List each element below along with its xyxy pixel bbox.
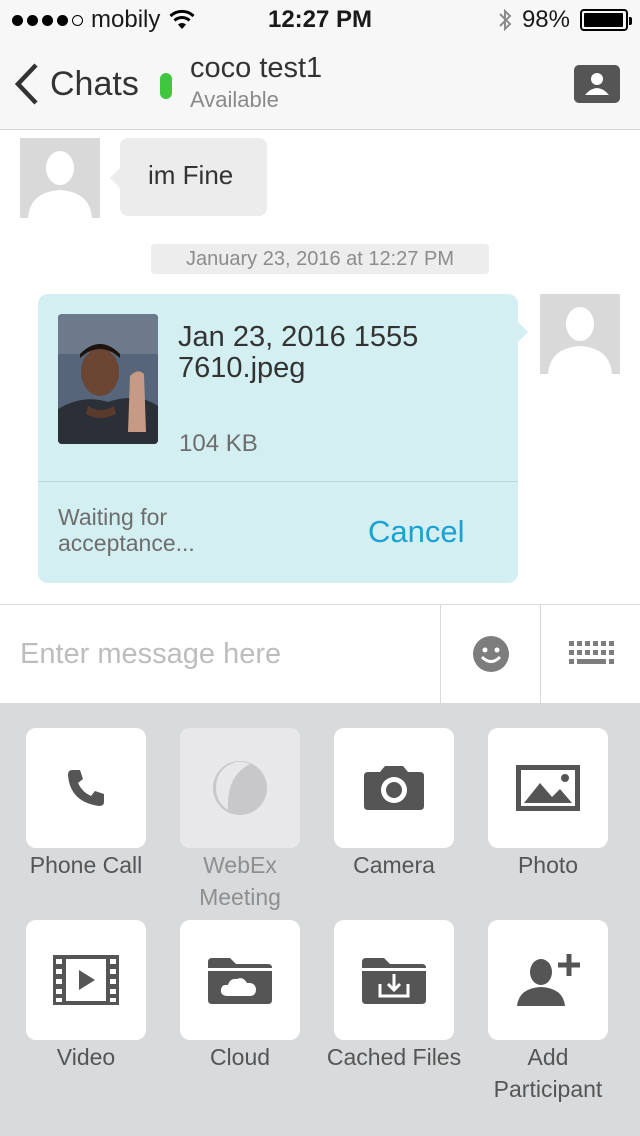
back-button[interactable]: Chats [14, 62, 139, 106]
battery-percent: 98% [521, 6, 570, 33]
message-input[interactable] [0, 605, 440, 703]
file-thumbnail[interactable] [58, 314, 158, 444]
contact-card-icon [574, 73, 620, 99]
incoming-message-text: im Fine [148, 160, 234, 190]
photo-button[interactable] [488, 728, 608, 848]
cached-files-label: Cached Files [326, 1044, 462, 1070]
phone-icon [68, 770, 104, 806]
person-icon [28, 151, 92, 218]
contact-name[interactable]: coco test1 [190, 52, 322, 85]
webex-icon [213, 761, 267, 815]
incoming-message-bubble: im Fine [110, 138, 267, 216]
add-participant-icon [517, 954, 580, 1006]
message-input-bar [0, 604, 640, 704]
camera-button[interactable] [334, 728, 454, 848]
emoji-button[interactable] [441, 605, 540, 703]
emoji-icon [472, 636, 509, 672]
cached-files-icon [362, 958, 426, 1004]
webex-meeting-button[interactable] [180, 728, 300, 848]
webex-meeting-label: WebEx Meeting [199, 852, 281, 910]
file-card-divider [38, 481, 518, 482]
message-timestamp: January 23, 2016 at 12:27 PM [151, 244, 489, 274]
cached-files-button[interactable] [334, 920, 454, 1040]
contact-avatar [20, 138, 100, 218]
bluetooth-icon [499, 8, 512, 32]
keyboard-icon [568, 641, 614, 664]
contact-status: Available [190, 87, 279, 112]
phone-call-button[interactable] [26, 728, 146, 848]
phone-call-label: Phone Call [29, 852, 143, 878]
cloud-button[interactable] [180, 920, 300, 1040]
battery-fill [584, 13, 624, 27]
cancel-transfer-button[interactable]: Cancel [368, 514, 465, 550]
chevron-left-icon [14, 63, 38, 105]
video-button[interactable] [26, 920, 146, 1040]
presence-indicator [160, 73, 172, 99]
add-participant-label: Add Participant [493, 1044, 603, 1102]
file-size: 104 KB [179, 430, 258, 457]
battery-icon [580, 9, 632, 31]
video-label: Video [56, 1044, 116, 1070]
photo-thumbnail-image [58, 314, 158, 444]
file-name: Jan 23, 2016 1555 7610.jpeg [178, 321, 419, 384]
back-label: Chats [50, 64, 139, 103]
video-icon [53, 955, 119, 1005]
keyboard-button[interactable] [541, 605, 640, 703]
camera-icon [364, 766, 424, 810]
person-icon [548, 307, 612, 374]
status-bar: mobily 12:27 PM 98% [0, 0, 640, 40]
my-avatar [540, 294, 620, 374]
action-panel: Phone Call WebEx Meeting Camera Photo Vi… [0, 704, 640, 1136]
file-transfer-bubble: Jan 23, 2016 1555 7610.jpeg 104 KB Waiti… [38, 294, 528, 583]
file-transfer-status: Waiting for acceptance... [58, 504, 195, 556]
status-right: 98% [498, 6, 632, 34]
photo-label: Photo [517, 852, 579, 878]
contact-card-button[interactable] [574, 65, 620, 103]
camera-label: Camera [353, 852, 435, 878]
photo-icon [516, 765, 580, 811]
cloud-folder-icon [208, 958, 272, 1004]
nav-bar: Chats coco test1 Available [0, 40, 640, 130]
cloud-label: Cloud [209, 1044, 271, 1070]
add-participant-button[interactable] [488, 920, 608, 1040]
